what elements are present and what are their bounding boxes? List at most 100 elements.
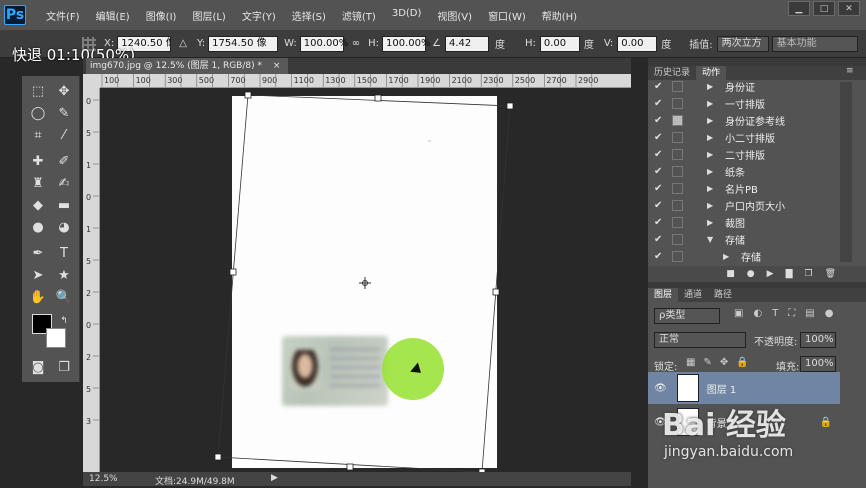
- path-select-tool-icon[interactable]: ➤: [28, 266, 48, 284]
- hskew-field[interactable]: 0.00: [539, 35, 580, 52]
- document-tab-close-icon[interactable]: ×: [273, 61, 281, 71]
- menu-3d[interactable]: 3D(D): [384, 8, 430, 23]
- link-icon[interactable]: ∞: [352, 38, 360, 49]
- check-icon[interactable]: ✔: [654, 200, 668, 211]
- check-icon[interactable]: ✔: [654, 98, 668, 109]
- new-action-icon[interactable]: ❐: [804, 269, 812, 279]
- filter-toggle-icon[interactable]: ●: [825, 308, 834, 319]
- tab-actions[interactable]: 动作: [696, 66, 727, 80]
- type-tool-icon[interactable]: T: [54, 244, 74, 262]
- action-row[interactable]: ✔ ▶ 小二寸排版: [648, 129, 840, 145]
- action-row[interactable]: ✔ ▶ 裁图: [648, 214, 840, 230]
- adjustment-filter-icon[interactable]: ◐: [753, 308, 762, 319]
- lasso-tool-icon[interactable]: ◯: [28, 104, 48, 122]
- lock-position-icon[interactable]: ✥: [720, 357, 728, 368]
- menu-select[interactable]: 选择(S): [284, 8, 334, 23]
- w-field[interactable]: 100.00%: [299, 35, 348, 52]
- swap-colors-icon[interactable]: ↰: [54, 312, 74, 330]
- check-icon[interactable]: ✔: [654, 234, 668, 245]
- menu-image[interactable]: 图像(I): [138, 8, 185, 23]
- transform-bounding-box[interactable]: [100, 88, 631, 472]
- check-icon[interactable]: ✔: [654, 115, 668, 126]
- blur-tool-icon[interactable]: ●: [28, 218, 48, 236]
- expand-arrow-icon[interactable]: ▶: [723, 252, 733, 261]
- minimize-button[interactable]: ▁: [788, 1, 810, 16]
- collapse-arrow-icon[interactable]: ▼: [707, 235, 717, 244]
- menu-view[interactable]: 视图(V): [429, 8, 480, 23]
- lock-transparent-icon[interactable]: ▦: [686, 357, 695, 368]
- shape-filter-icon[interactable]: ⛶: [788, 308, 795, 319]
- dialog-toggle[interactable]: [672, 80, 683, 92]
- eraser-tool-icon[interactable]: ◆: [28, 196, 48, 214]
- brush-tool-icon[interactable]: ✐: [54, 152, 74, 170]
- visibility-eye-icon[interactable]: 👁: [654, 383, 667, 394]
- tab-paths[interactable]: 路径: [708, 288, 738, 302]
- marquee-tool-icon[interactable]: ⬚: [28, 82, 48, 100]
- menu-type[interactable]: 文字(Y): [234, 8, 284, 23]
- action-row[interactable]: ✔ ▶ 二寸排版: [648, 146, 840, 162]
- expand-arrow-icon[interactable]: ▶: [707, 99, 717, 108]
- action-row[interactable]: ✔ ▼ 存储: [648, 231, 840, 247]
- expand-arrow-icon[interactable]: ▶: [707, 184, 717, 193]
- new-set-icon[interactable]: ▇: [786, 269, 793, 279]
- dialog-toggle[interactable]: [672, 165, 683, 177]
- actions-scrollbar[interactable]: [840, 82, 852, 262]
- expand-arrow-icon[interactable]: ▶: [707, 218, 717, 227]
- menu-filter[interactable]: 滤镜(T): [334, 8, 384, 23]
- hand-tool-icon[interactable]: ✋: [28, 288, 48, 306]
- lock-all-icon[interactable]: 🔒: [736, 357, 748, 368]
- lock-pixels-icon[interactable]: ✎: [703, 357, 711, 368]
- pen-tool-icon[interactable]: ✒: [28, 244, 48, 262]
- pixel-filter-icon[interactable]: ▣: [734, 308, 743, 319]
- fill-field[interactable]: 100%: [800, 356, 836, 372]
- status-arrow-icon[interactable]: ▶: [271, 473, 278, 483]
- interpolation-select[interactable]: 两次立方: [716, 35, 769, 52]
- dialog-toggle[interactable]: [672, 216, 683, 228]
- record-icon[interactable]: ●: [747, 269, 755, 279]
- check-icon[interactable]: ✔: [654, 132, 668, 143]
- angle-field[interactable]: 4.42: [444, 35, 489, 52]
- action-row[interactable]: ✔ ▶ 身份证参考线: [648, 112, 840, 128]
- document-tab[interactable]: img670.jpg @ 12.5% (图层 1, RGB/8) * ×: [86, 58, 288, 74]
- maximize-button[interactable]: □: [813, 1, 835, 16]
- close-button[interactable]: ✕: [838, 1, 860, 16]
- dialog-toggle[interactable]: [672, 114, 683, 126]
- dialog-toggle[interactable]: [672, 199, 683, 211]
- dialog-toggle[interactable]: [672, 250, 683, 262]
- expand-arrow-icon[interactable]: ▶: [707, 116, 717, 125]
- dialog-toggle[interactable]: [672, 97, 683, 109]
- stop-icon[interactable]: ■: [726, 269, 735, 279]
- menu-edit[interactable]: 编辑(E): [88, 8, 138, 23]
- expand-arrow-icon[interactable]: ▶: [707, 167, 717, 176]
- canvas-area[interactable]: [100, 88, 631, 472]
- quick-select-tool-icon[interactable]: ✎: [54, 104, 74, 122]
- opacity-field[interactable]: 100%: [800, 332, 836, 348]
- gradient-tool-icon[interactable]: ▬: [54, 196, 74, 214]
- check-icon[interactable]: ✔: [654, 149, 668, 160]
- delta-icon[interactable]: △: [179, 38, 187, 49]
- action-row[interactable]: ✔ ▶ 身份证: [648, 80, 840, 94]
- move-tool-icon[interactable]: ✥: [54, 82, 74, 100]
- action-row[interactable]: ✔ ▶ 一寸排版: [648, 95, 840, 111]
- workspace-select[interactable]: 基本功能: [771, 35, 858, 52]
- menu-file[interactable]: 文件(F): [38, 8, 88, 23]
- crop-tool-icon[interactable]: ⌗: [28, 126, 48, 144]
- expand-arrow-icon[interactable]: ▶: [707, 82, 717, 91]
- check-icon[interactable]: ✔: [654, 183, 668, 194]
- dodge-tool-icon[interactable]: ◕: [54, 218, 74, 236]
- shape-tool-icon[interactable]: ★: [54, 266, 74, 284]
- background-color-swatch[interactable]: [46, 328, 66, 348]
- dialog-toggle[interactable]: [672, 131, 683, 143]
- menu-layer[interactable]: 图层(L): [184, 8, 233, 23]
- expand-arrow-icon[interactable]: ▶: [707, 150, 717, 159]
- action-row[interactable]: ✔ ▶ 纸条: [648, 163, 840, 179]
- type-filter-icon[interactable]: T: [772, 308, 778, 319]
- check-icon[interactable]: ✔: [654, 251, 668, 262]
- healing-brush-tool-icon[interactable]: ✚: [28, 152, 48, 170]
- tab-history[interactable]: 历史记录: [648, 66, 696, 80]
- expand-arrow-icon[interactable]: ▶: [707, 133, 717, 142]
- clone-stamp-tool-icon[interactable]: ♜: [28, 174, 48, 192]
- screen-mode-icon[interactable]: ❐: [54, 358, 74, 376]
- trash-icon[interactable]: 🗑: [825, 269, 836, 279]
- check-icon[interactable]: ✔: [654, 166, 668, 177]
